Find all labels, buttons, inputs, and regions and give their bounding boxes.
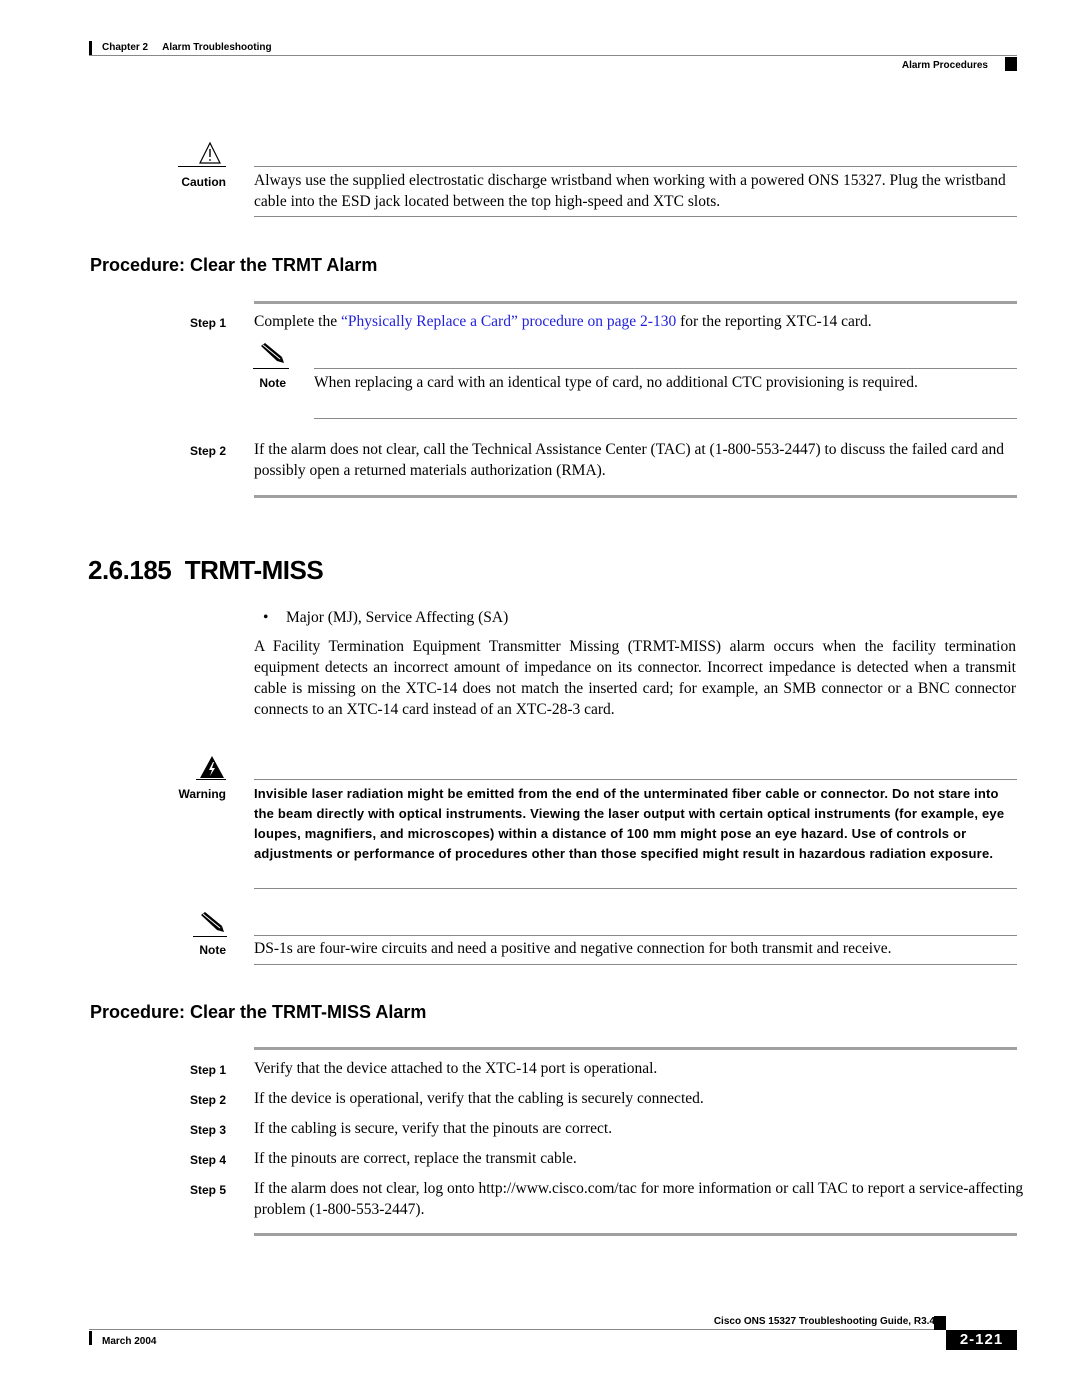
- procedure-miss-step-1: Verify that the device attached to the X…: [254, 1060, 658, 1077]
- procedure-miss-step-5: If the alarm does not clear, log onto ht…: [254, 1180, 1024, 1218]
- caution-top-rule: [254, 166, 1017, 167]
- pencil-note-icon: [261, 343, 284, 363]
- step-label: Step 2: [189, 1093, 226, 1107]
- procedure-trmt-step-1: Complete the “Physically Replace a Card”…: [254, 311, 1029, 332]
- procedure-trmt-bottom-rule: [254, 495, 1017, 498]
- section-number: 2.6.185: [88, 555, 172, 585]
- step-label: Step 1: [189, 1063, 226, 1077]
- section-title: TRMT-MISS: [184, 555, 324, 585]
- step-label: Step 2: [189, 444, 226, 458]
- step-label: Step 4: [189, 1153, 226, 1167]
- note-text: When replacing a card with an identical …: [314, 374, 918, 391]
- procedure-trmt-top-rule: [254, 301, 1017, 304]
- note-icon-rule: [253, 368, 289, 369]
- warning-lightning-icon: [200, 756, 224, 778]
- step-label: Step 1: [189, 316, 226, 330]
- header-rule: [89, 55, 1017, 56]
- note-top-rule: [314, 368, 1017, 369]
- caution-label: Caution: [181, 175, 226, 189]
- header-bar-marker: [89, 41, 92, 55]
- caution-text: Always use the supplied electrostatic di…: [254, 172, 1006, 210]
- footer-guide-title: Cisco ONS 15327 Troubleshooting Guide, R…: [713, 1316, 935, 1327]
- severity-bullet: Major (MJ), Service Affecting (SA): [286, 609, 509, 626]
- section-heading: 2.6.185 TRMT-MISS: [88, 555, 324, 586]
- chapter-title: Alarm Troubleshooting: [162, 42, 272, 53]
- procedure-miss-step-3: If the cabling is secure, verify that th…: [254, 1120, 613, 1137]
- section-description: A Facility Termination Equipment Transmi…: [254, 638, 1016, 718]
- warning-bottom-rule: [254, 888, 1017, 889]
- note2-label: Note: [199, 943, 226, 957]
- note2-top-rule: [254, 935, 1017, 936]
- procedure-miss-step-2: If the device is operational, verify tha…: [254, 1090, 704, 1107]
- header-block-marker: [1005, 57, 1017, 71]
- procedure-trmt-step-2: If the alarm does not clear, call the Te…: [254, 441, 1004, 479]
- procedure-trmt-heading: Procedure: Clear the TRMT Alarm: [90, 255, 378, 275]
- note2-text: DS-1s are four-wire circuits and need a …: [254, 940, 892, 957]
- warning-icon-rule: [196, 779, 226, 780]
- procedure-miss-top-rule: [254, 1047, 1017, 1050]
- severity-bullet-marker: •: [263, 609, 269, 626]
- caution-icon-rule: [178, 166, 226, 167]
- caution-bottom-rule: [254, 216, 1017, 217]
- footer-bar-marker: [89, 1331, 92, 1345]
- warning-label: Warning: [178, 787, 226, 801]
- step-text: for the reporting XTC-14 card.: [676, 313, 872, 330]
- caution-triangle-icon: [199, 141, 221, 164]
- warning-text: Invisible laser radiation might be emitt…: [254, 786, 1005, 861]
- procedure-miss-heading: Procedure: Clear the TRMT-MISS Alarm: [90, 1002, 427, 1022]
- note-bottom-rule: [314, 418, 1017, 419]
- footer-block-marker: [934, 1316, 946, 1330]
- note-icon-rule: [193, 936, 227, 937]
- chapter-number: Chapter 2: [102, 42, 149, 53]
- running-header-section: Alarm Procedures: [901, 60, 988, 71]
- note-label: Note: [259, 376, 286, 390]
- physically-replace-card-link[interactable]: “Physically Replace a Card” procedure on…: [341, 313, 676, 330]
- footer-date: March 2004: [102, 1336, 157, 1347]
- procedure-miss-bottom-rule: [254, 1233, 1017, 1236]
- step-label: Step 3: [189, 1123, 226, 1137]
- running-header-chapter: Chapter 2 Alarm Troubleshooting: [102, 42, 286, 53]
- step-label: Step 5: [189, 1183, 226, 1197]
- pencil-note-icon: [201, 912, 224, 932]
- note2-bottom-rule: [254, 964, 1017, 965]
- warning-top-rule: [254, 779, 1017, 780]
- step-text: Complete the: [254, 313, 341, 330]
- procedure-miss-step-4: If the pinouts are correct, replace the …: [254, 1150, 577, 1167]
- footer-rule: [89, 1329, 934, 1330]
- page-number: 2-121: [946, 1330, 1017, 1350]
